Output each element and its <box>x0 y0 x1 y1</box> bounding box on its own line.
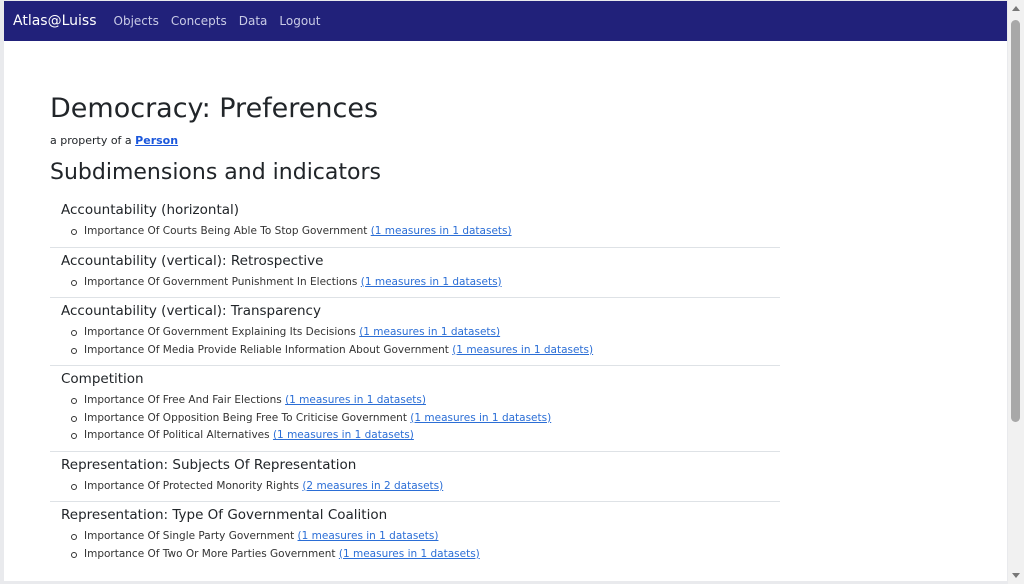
dimension-title: Accountability (vertical): Retrospective <box>61 252 324 269</box>
nav-data[interactable]: Data <box>239 14 268 28</box>
property-of-line: a property of a Person <box>50 134 780 148</box>
indicator-item: Importance Of Two Or More Parties Govern… <box>71 546 769 564</box>
indicator-list: Importance Of Free And Fair Elections (1… <box>61 392 769 445</box>
indicator-item: Importance Of Courts Being Able To Stop … <box>71 223 769 241</box>
dimension-item: Accountability (horizontal) Importance O… <box>50 197 780 248</box>
indicator-item: Importance Of Government Punishment In E… <box>71 274 769 292</box>
indicator-list: Importance Of Single Party Government (1… <box>61 528 769 563</box>
indicator-list: Importance Of Government Explaining Its … <box>61 324 769 359</box>
indicator-item: Importance Of Protected Monority Rights … <box>71 478 769 496</box>
indicator-label: Importance Of Media Provide Reliable Inf… <box>84 343 449 356</box>
scroll-down-arrow-icon[interactable] <box>1012 573 1020 578</box>
indicator-label: Importance Of Single Party Government <box>84 530 295 542</box>
dimension-title: Accountability (vertical): Transparency <box>61 303 321 319</box>
dimension-title: Representation: Type Of Governmental Coa… <box>61 507 388 523</box>
scrollbar-thumb[interactable] <box>1011 20 1020 422</box>
person-link[interactable]: Person <box>135 134 178 147</box>
indicator-item: Importance Of Government Explaining Its … <box>71 324 769 342</box>
indicator-item: Importance Of Free And Fair Elections (1… <box>71 392 769 410</box>
measures-link[interactable]: (2 measures in 2 datasets) <box>302 480 443 492</box>
indicator-item: Importance Of Opposition Being Free To C… <box>71 410 769 428</box>
measures-link[interactable]: (1 measures in 1 datasets) <box>285 394 426 406</box>
indicator-list: Importance Of Courts Being Able To Stop … <box>61 223 769 241</box>
indicator-label: Importance Of Free And Fair Elections <box>84 394 282 406</box>
measures-link[interactable]: (1 measures in 1 datasets) <box>359 326 500 338</box>
measures-link[interactable]: (1 measures in 1 datasets) <box>371 225 512 237</box>
section-title: Subdimensions and indicators <box>50 160 381 185</box>
indicator-item: Importance Of Media Provide Reliable Inf… <box>71 342 769 360</box>
indicator-item: Importance Of Political Alternatives (1 … <box>71 427 769 445</box>
vertical-scrollbar[interactable] <box>1008 0 1024 584</box>
dimension-item: Representation: Subjects Of Representati… <box>50 452 780 502</box>
dimension-title: Representation: Subjects Of Representati… <box>61 456 357 473</box>
nav-concepts[interactable]: Concepts <box>171 14 227 28</box>
measures-link[interactable]: (1 measures in 1 datasets) <box>273 429 414 441</box>
indicator-label: Importance Of Protected Monority Rights <box>84 479 299 492</box>
subtitle-prefix: a property of a <box>50 134 136 147</box>
indicator-label: Importance Of Government Punishment In E… <box>84 275 358 288</box>
dimension-item: Accountability (vertical): Retrospective… <box>50 248 780 298</box>
indicator-item: Importance Of Single Party Government (1… <box>71 528 769 546</box>
page-title: Democracy: Preferences <box>50 93 379 124</box>
indicator-label: Importance Of Government Explaining Its … <box>84 326 356 338</box>
indicator-label: Importance Of Two Or More Parties Govern… <box>84 547 336 560</box>
measures-link[interactable]: (1 measures in 1 datasets) <box>410 412 551 424</box>
nav-logout[interactable]: Logout <box>279 14 320 28</box>
measures-link[interactable]: (1 measures in 1 datasets) <box>298 530 439 542</box>
measures-link[interactable]: (1 measures in 1 datasets) <box>452 344 593 356</box>
dimension-item: Representation: Type Of Governmental Coa… <box>50 502 780 569</box>
main-content: Democracy: Preferences a property of a P… <box>50 93 780 569</box>
dimension-item: Competition Importance Of Free And Fair … <box>50 366 780 452</box>
indicator-label: Importance Of Courts Being Able To Stop … <box>84 225 368 237</box>
dimensions-list: Accountability (horizontal) Importance O… <box>50 197 780 569</box>
brand-link[interactable]: Atlas@Luiss <box>13 13 97 29</box>
dimension-title: Accountability (horizontal) <box>61 202 240 218</box>
indicator-label: Importance Of Political Alternatives <box>84 429 270 441</box>
dimension-item: Accountability (vertical): Transparency … <box>50 298 780 366</box>
measures-link[interactable]: (1 measures in 1 datasets) <box>339 548 480 560</box>
scroll-up-arrow-icon[interactable] <box>1012 6 1020 11</box>
measures-link[interactable]: (1 measures in 1 datasets) <box>361 276 502 288</box>
browser-viewport: Atlas@Luiss Objects Concepts Data Logout… <box>4 1 1007 581</box>
dimension-title: Competition <box>61 371 144 387</box>
indicator-list: Importance Of Protected Monority Rights … <box>61 478 769 496</box>
indicator-list: Importance Of Government Punishment In E… <box>61 274 769 292</box>
nav-objects[interactable]: Objects <box>114 14 159 28</box>
top-navbar: Atlas@Luiss Objects Concepts Data Logout <box>4 1 1007 41</box>
indicator-label: Importance Of Opposition Being Free To C… <box>84 411 407 424</box>
